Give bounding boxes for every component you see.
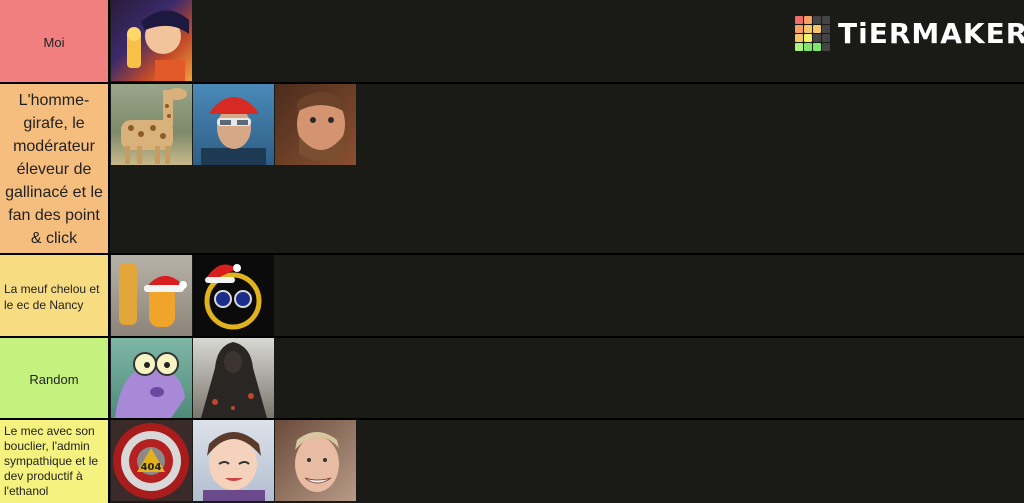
logo-grid-cell [813,25,821,33]
tier-label[interactable]: L'homme-girafe, le modérateur éleveur de… [0,84,110,255]
tier-item-grinning-man-photo[interactable] [275,420,356,501]
tier-row-3: La meuf chelou et le ec de Nancy [0,253,1024,339]
tier-label[interactable]: La meuf chelou et le ec de Nancy [0,255,110,339]
logo-grid-cell [822,34,830,42]
tier-item-christmas-bottle-image[interactable] [111,255,192,336]
logo-grid-cell [822,16,830,24]
tier-list: Moi L'homme-girafe, le modérateur éleveu… [0,0,1024,503]
tier-item-giraffe-photo[interactable] [111,84,192,165]
logo-grid-cell [813,34,821,42]
logo-grid-cell [795,16,803,24]
logo-grid-cell [822,25,830,33]
logo-grid-cell [804,25,812,33]
tier-item-christmas-glasses-logo[interactable] [193,255,274,336]
logo-grid-cell [804,34,812,42]
tier-item-anime-boy-image[interactable] [193,420,274,501]
tier-items [110,338,275,421]
tier-label[interactable]: Moi [0,0,110,84]
tier-label[interactable]: Le mec avec son bouclier, l'admin sympat… [0,420,110,503]
tier-row-4: Random [0,336,1024,421]
svg-text:404: 404 [141,462,162,473]
logo-grid-cell [813,16,821,24]
tier-item-fish-cartoon-image[interactable] [111,338,192,419]
logo-grid-cell [822,43,830,51]
tier-item-dark-armor-figure-image[interactable] [193,338,274,419]
tier-item-anime-portrait[interactable] [111,0,192,81]
tier-items [110,0,193,84]
tier-item-error-404-shield-image[interactable]: 404 [111,420,192,501]
tier-item-man-red-cap-photo[interactable] [193,84,274,165]
tier-items: 404 [110,420,357,503]
logo-grid-cell [813,43,821,51]
tier-items [110,84,357,255]
tier-row-2: L'homme-girafe, le modérateur éleveur de… [0,82,1024,255]
logo-text: TiERMAKER [838,17,1024,50]
logo-grid-icon [795,16,830,51]
logo-grid-cell [795,34,803,42]
logo-grid-cell [804,16,812,24]
tier-item-bearded-man-photo[interactable] [275,84,356,165]
tier-row-5: Le mec avec son bouclier, l'admin sympat… [0,418,1024,503]
tier-label[interactable]: Random [0,338,110,421]
logo-grid-cell [795,43,803,51]
logo-grid-cell [804,43,812,51]
logo-grid-cell [795,25,803,33]
tier-items [110,255,275,339]
tiermaker-logo[interactable]: TiERMAKER [795,16,1024,51]
